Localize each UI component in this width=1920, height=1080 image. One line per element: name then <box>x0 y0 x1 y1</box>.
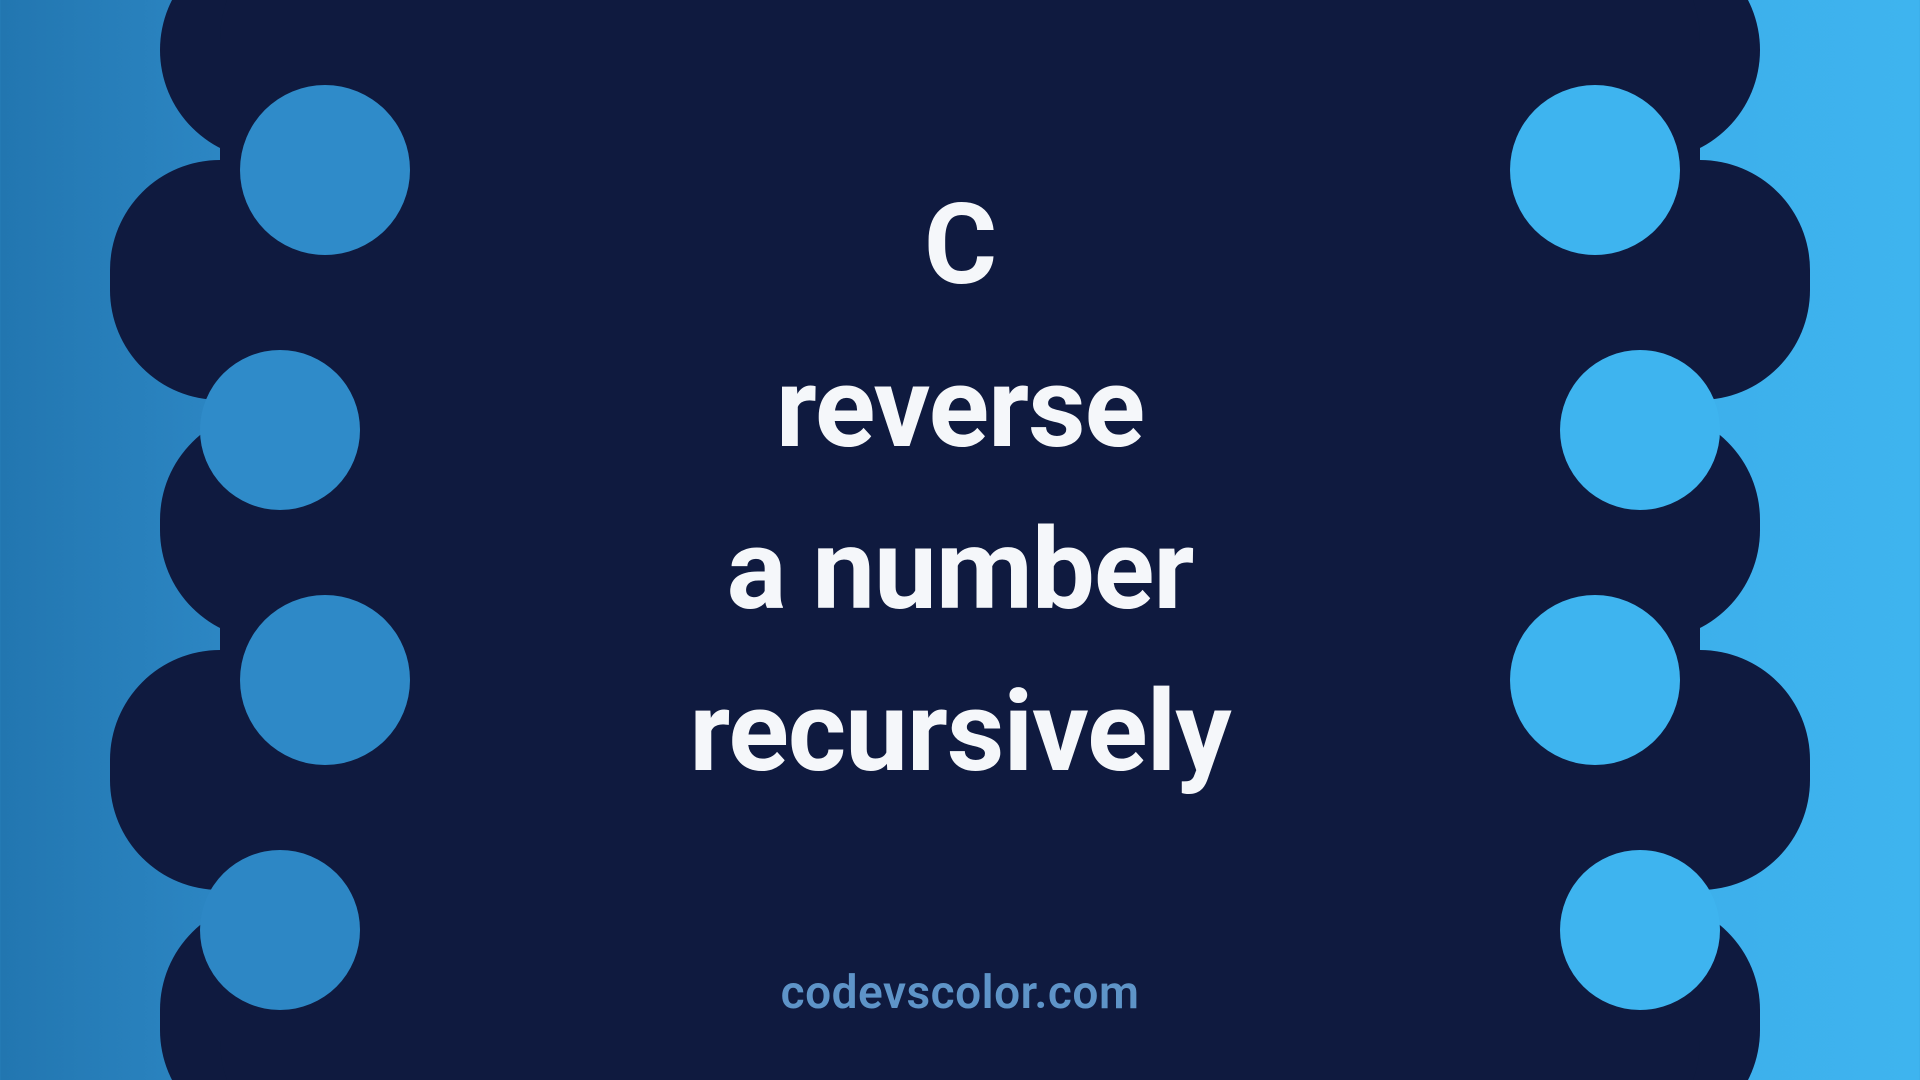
title-line-3: a number <box>727 490 1194 652</box>
title-line-4: recursively <box>689 652 1230 814</box>
title-line-1: C <box>924 165 996 327</box>
watermark-text: codevscolor.com <box>781 966 1140 1020</box>
title-line-2: reverse <box>776 328 1144 490</box>
title-block: C reverse a number recursively <box>0 0 1920 1080</box>
